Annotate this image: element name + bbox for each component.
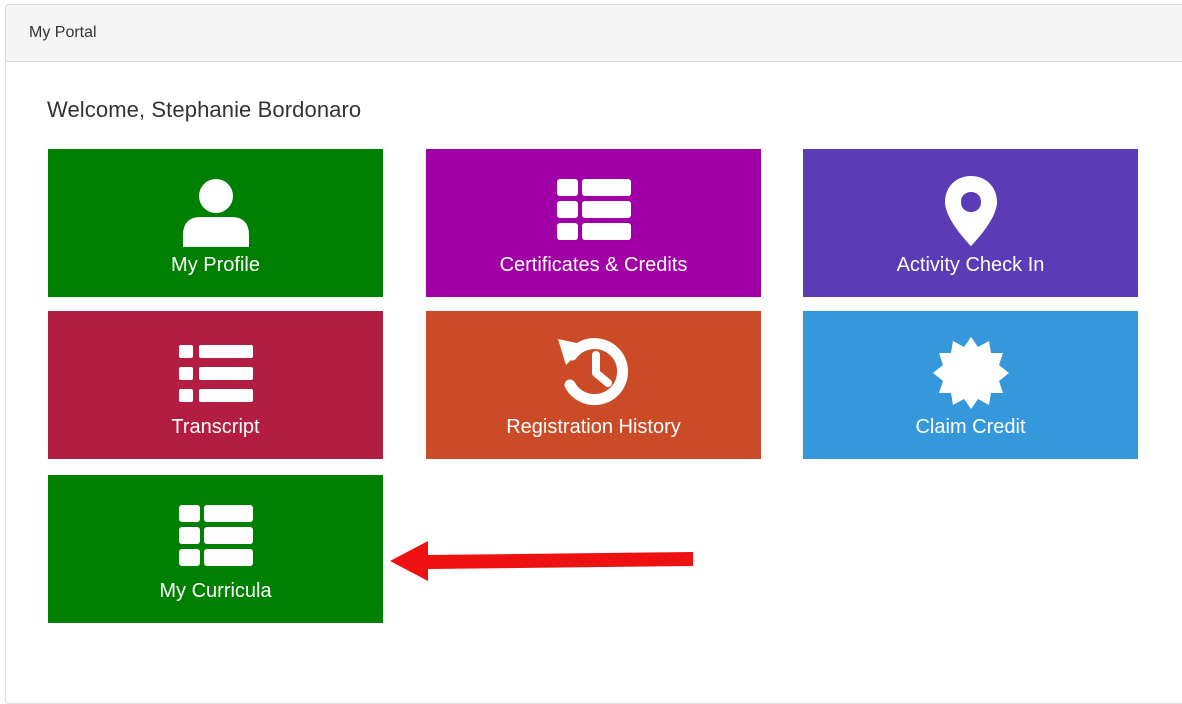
list-icon (178, 345, 253, 402)
map-marker-icon (944, 176, 997, 246)
tile-claim-credit[interactable]: Claim Credit (803, 311, 1138, 459)
th-list-icon (178, 505, 253, 566)
welcome-message: Welcome, Stephanie Bordonaro (47, 97, 362, 122)
tile-label: Transcript (171, 416, 260, 438)
history-icon (557, 338, 628, 406)
tile-my-curricula[interactable]: My Curricula (48, 475, 383, 623)
tile-label: My Profile (171, 254, 260, 276)
tile-activity-check-in[interactable]: Activity Check In (803, 149, 1138, 297)
tile-label: Activity Check In (896, 254, 1045, 276)
tile-registration-history[interactable]: Registration History (426, 311, 761, 459)
tile-label: Claim Credit (915, 416, 1026, 438)
user-icon (182, 179, 249, 247)
tile-certificates-credits[interactable]: Certificates & Credits (426, 149, 761, 297)
tile-my-profile[interactable]: My Profile (48, 149, 383, 297)
tile-label: Certificates & Credits (499, 254, 688, 276)
th-list-icon (556, 179, 631, 240)
tile-transcript[interactable]: Transcript (48, 311, 383, 459)
certificate-icon (932, 337, 1009, 409)
left-arrow-annotation (390, 541, 693, 581)
panel-title: My Portal (6, 5, 1182, 62)
tile-label: My Curricula (159, 580, 272, 602)
tile-label: Registration History (506, 416, 681, 438)
